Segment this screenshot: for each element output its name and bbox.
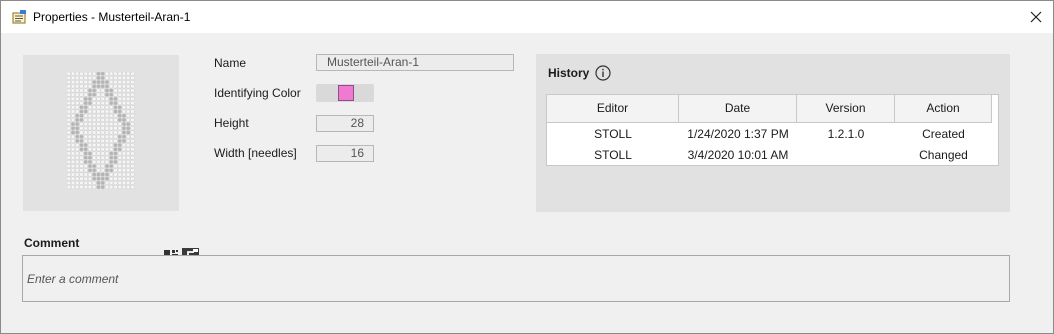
cell-version <box>797 145 895 165</box>
history-table: Editor Date Version Action STOLL 1/24/20… <box>546 94 999 166</box>
color-swatch <box>338 85 354 101</box>
cell-action: Changed <box>919 148 968 162</box>
history-table-header: Editor Date Version Action <box>547 95 992 123</box>
name-label: Name <box>214 56 247 70</box>
window-title: Properties - Musterteil-Aran-1 <box>33 10 191 24</box>
comment-input[interactable] <box>23 256 1009 301</box>
info-icon[interactable] <box>595 65 611 81</box>
comment-box <box>22 255 1010 302</box>
close-icon <box>1030 11 1042 23</box>
name-field[interactable]: Musterteil-Aran-1 <box>316 54 514 71</box>
title-bar: Properties - Musterteil-Aran-1 <box>1 1 1053 33</box>
properties-icon <box>11 9 27 25</box>
height-label: Height <box>214 116 249 130</box>
width-field: 16 <box>316 145 374 162</box>
width-label: Width [needles] <box>214 146 297 160</box>
identifying-color-picker[interactable] <box>316 84 374 102</box>
identifying-color-label: Identifying Color <box>214 86 301 100</box>
height-field: 28 <box>316 115 374 132</box>
cell-editor: STOLL <box>594 148 632 162</box>
close-button[interactable] <box>1019 1 1053 33</box>
column-header-action[interactable]: Action <box>895 95 992 122</box>
cell-date: 3/4/2020 10:01 AM <box>687 148 789 162</box>
pattern-thumbnail <box>67 72 135 190</box>
history-title: History <box>548 66 590 80</box>
pattern-preview <box>23 55 199 265</box>
comment-label: Comment <box>24 236 80 250</box>
history-panel: History Editor Date Version Action STOLL… <box>536 54 1010 212</box>
column-header-version[interactable]: Version <box>797 95 895 122</box>
cell-action: Created <box>922 127 965 141</box>
properties-window: Properties - Musterteil-Aran-1 Name Must… <box>0 0 1054 334</box>
column-header-date[interactable]: Date <box>679 95 797 122</box>
cell-date: 1/24/2020 1:37 PM <box>687 127 789 141</box>
cell-version: 1.2.1.0 <box>827 127 865 141</box>
cell-editor: STOLL <box>594 127 632 141</box>
column-header-editor[interactable]: Editor <box>547 95 679 122</box>
